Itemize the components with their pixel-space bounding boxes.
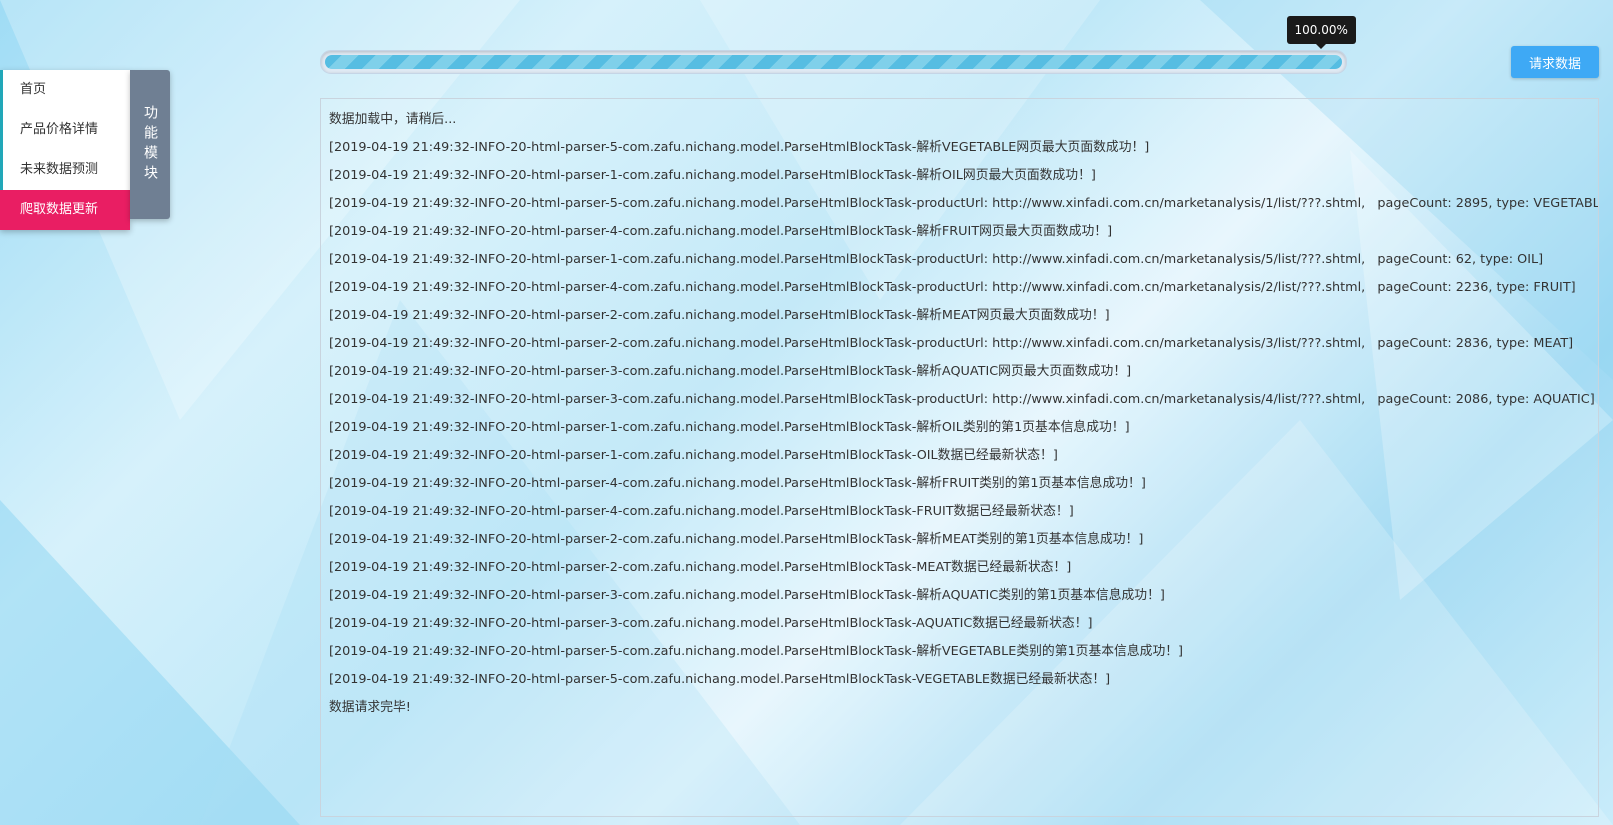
menu-item-home[interactable]: 首页 (0, 70, 130, 110)
function-module-toggle[interactable]: 功能模块 (130, 70, 170, 219)
log-line: [2019-04-19 21:49:32-INFO-20-html-parser… (329, 644, 1184, 659)
progress-bar-fill (325, 55, 1342, 69)
menu-item-product-price[interactable]: 产品价格详情 (0, 110, 130, 150)
log-line: [2019-04-19 21:49:32-INFO-20-html-parser… (329, 280, 1576, 295)
log-line: [2019-04-19 21:49:32-INFO-20-html-parser… (329, 532, 1144, 547)
log-line: [2019-04-19 21:49:32-INFO-20-html-parser… (329, 140, 1150, 155)
menu-item-forecast[interactable]: 未来数据预测 (0, 150, 130, 190)
log-line: [2019-04-19 21:49:32-INFO-20-html-parser… (329, 504, 1074, 519)
log-line: [2019-04-19 21:49:32-INFO-20-html-parser… (329, 476, 1146, 491)
log-line: [2019-04-19 21:49:32-INFO-20-html-parser… (329, 448, 1058, 463)
side-menu: 首页 产品价格详情 未来数据预测 爬取数据更新 (0, 70, 130, 230)
log-line: [2019-04-19 21:49:32-INFO-20-html-parser… (329, 224, 1113, 239)
progress-bar (320, 50, 1347, 74)
log-line: 数据请求完毕! (329, 700, 411, 715)
log-line: [2019-04-19 21:49:32-INFO-20-html-parser… (329, 252, 1544, 267)
log-line: [2019-04-19 21:49:32-INFO-20-html-parser… (329, 420, 1130, 435)
progress-tooltip: 100.00% (1286, 16, 1356, 49)
log-line: [2019-04-19 21:49:32-INFO-20-html-parser… (329, 168, 1096, 183)
log-line: [2019-04-19 21:49:32-INFO-20-html-parser… (329, 616, 1093, 631)
log-line: 数据加载中，请稍后... (329, 112, 457, 127)
log-line: [2019-04-19 21:49:32-INFO-20-html-parser… (329, 588, 1165, 603)
log-line: [2019-04-19 21:49:32-INFO-20-html-parser… (329, 336, 1574, 351)
log-line: [2019-04-19 21:49:32-INFO-20-html-parser… (329, 392, 1595, 407)
log-line: [2019-04-19 21:49:32-INFO-20-html-parser… (329, 672, 1111, 687)
menu-item-crawl-update[interactable]: 爬取数据更新 (0, 190, 130, 230)
request-data-button[interactable]: 请求数据 (1511, 46, 1599, 78)
log-line: [2019-04-19 21:49:32-INFO-20-html-parser… (329, 364, 1132, 379)
log-line: [2019-04-19 21:49:32-INFO-20-html-parser… (329, 560, 1072, 575)
log-panel: 数据加载中，请稍后... [2019-04-19 21:49:32-INFO-20… (320, 98, 1599, 817)
log-line: [2019-04-19 21:49:32-INFO-20-html-parser… (329, 196, 1599, 211)
log-line: [2019-04-19 21:49:32-INFO-20-html-parser… (329, 308, 1110, 323)
function-module-label: 功能模块 (142, 104, 158, 185)
